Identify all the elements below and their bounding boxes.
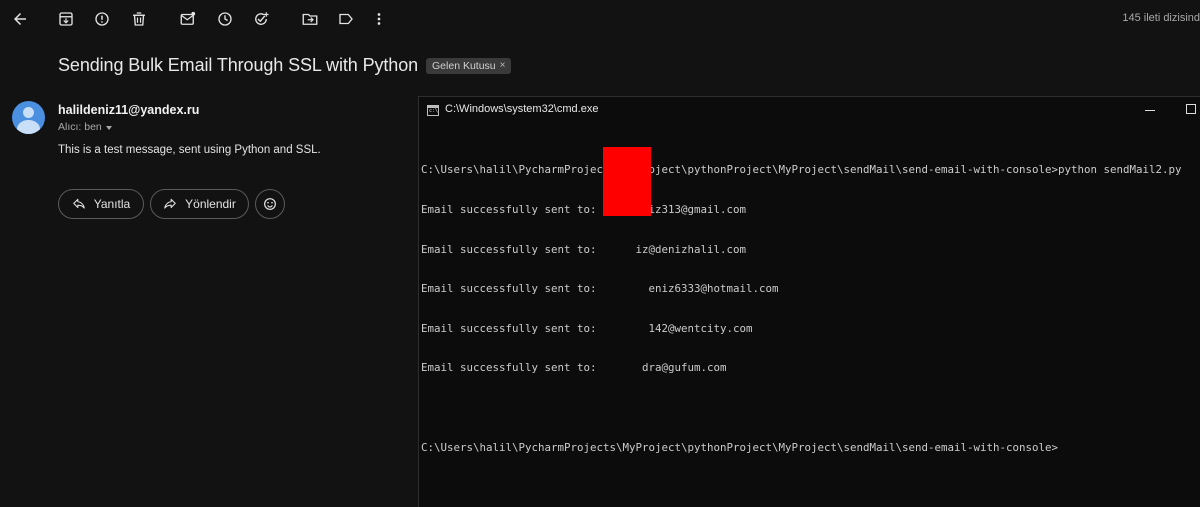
- maximize-icon[interactable]: [1186, 104, 1196, 114]
- avatar-body: [17, 120, 40, 134]
- recipient-email: iz313@gmail.com: [648, 203, 747, 216]
- reply-label: Yanıtla: [93, 197, 131, 211]
- reply-button[interactable]: Yanıtla: [58, 189, 144, 219]
- label-chip-text: Gelen Kutusu: [432, 59, 496, 72]
- console-text: Email successfully sent to:: [421, 203, 597, 216]
- conversation-counter: 145 ileti dizisind: [1122, 12, 1200, 24]
- recipient-details[interactable]: Alıcı: ben: [58, 121, 112, 133]
- avatar-head: [23, 107, 34, 118]
- toolbar: 145 ileti dizisind: [0, 0, 1200, 38]
- recipient-text: Alıcı: ben: [58, 121, 102, 133]
- forward-icon: [164, 198, 176, 209]
- label-icon[interactable]: [334, 7, 358, 31]
- delete-icon[interactable]: [127, 7, 151, 31]
- cmd-titlebar[interactable]: c:\ C:\Windows\system32\cmd.exe: [419, 97, 1200, 124]
- console-line: Email successfully sent to: dra@gufum.co…: [421, 361, 1182, 374]
- forward-button[interactable]: Yönlendir: [150, 189, 249, 219]
- console-text: Email successfully sent to:: [421, 242, 597, 256]
- avatar[interactable]: [12, 101, 45, 134]
- reply-icon: [72, 198, 85, 209]
- recipient-email: 142@wentcity.com: [648, 321, 753, 335]
- console-line: Email successfully sent to: iz313@gmail.…: [421, 203, 1182, 216]
- cmd-title: C:\Windows\system32\cmd.exe: [445, 103, 599, 115]
- back-arrow-icon[interactable]: [8, 7, 32, 31]
- inbox-label-chip[interactable]: Gelen Kutusu ×: [426, 57, 511, 74]
- console-text: Email successfully sent to:: [421, 282, 597, 296]
- console-line: Email successfully sent to: eniz6333@hot…: [421, 282, 1182, 295]
- forward-label: Yönlendir: [185, 197, 236, 211]
- chevron-down-icon[interactable]: [105, 125, 112, 130]
- add-task-icon[interactable]: [249, 7, 273, 31]
- sender-email: halildeniz11@yandex.ru: [58, 103, 200, 117]
- emoji-icon: [264, 198, 276, 210]
- archive-icon[interactable]: [54, 7, 78, 31]
- snooze-icon[interactable]: [213, 7, 237, 31]
- cmd-window[interactable]: c:\ C:\Windows\system32\cmd.exe C:\Users…: [418, 96, 1200, 507]
- console-text: Email successfully sent to:: [421, 321, 597, 335]
- move-to-icon[interactable]: [298, 7, 322, 31]
- console-line: C:\Users\halil\PycharmProjects\MyProject…: [421, 163, 1182, 177]
- minimize-icon[interactable]: [1145, 110, 1155, 111]
- email-subject: Sending Bulk Email Through SSL with Pyth…: [58, 55, 419, 75]
- console-line: Email successfully sent to: 142@wentcity…: [421, 322, 1182, 335]
- subject-row: Sending Bulk Email Through SSL with Pyth…: [58, 55, 511, 76]
- recipient-email: eniz6333@hotmail.com: [648, 282, 779, 296]
- email-body: This is a test message, sent using Pytho…: [58, 144, 321, 156]
- more-vert-icon[interactable]: [367, 7, 391, 31]
- console-line: Email successfully sent to: iz@denizhali…: [421, 243, 1182, 256]
- chip-close-icon[interactable]: ×: [500, 60, 506, 71]
- report-spam-icon[interactable]: [90, 7, 114, 31]
- console-text: Email successfully sent to:: [421, 361, 597, 375]
- redaction-box: [603, 147, 651, 216]
- recipient-email: dra@gufum.com: [642, 361, 727, 375]
- emoji-reaction-button[interactable]: [255, 189, 285, 219]
- mark-unread-icon[interactable]: [176, 7, 200, 31]
- console-prompt: C:\Users\halil\PycharmProjects\MyProject…: [421, 440, 1059, 454]
- console-output: C:\Users\halil\PycharmProjects\MyProject…: [421, 137, 1182, 480]
- recipient-email: iz@denizhalil.com: [635, 242, 747, 256]
- terminal-icon: c:\: [427, 105, 439, 116]
